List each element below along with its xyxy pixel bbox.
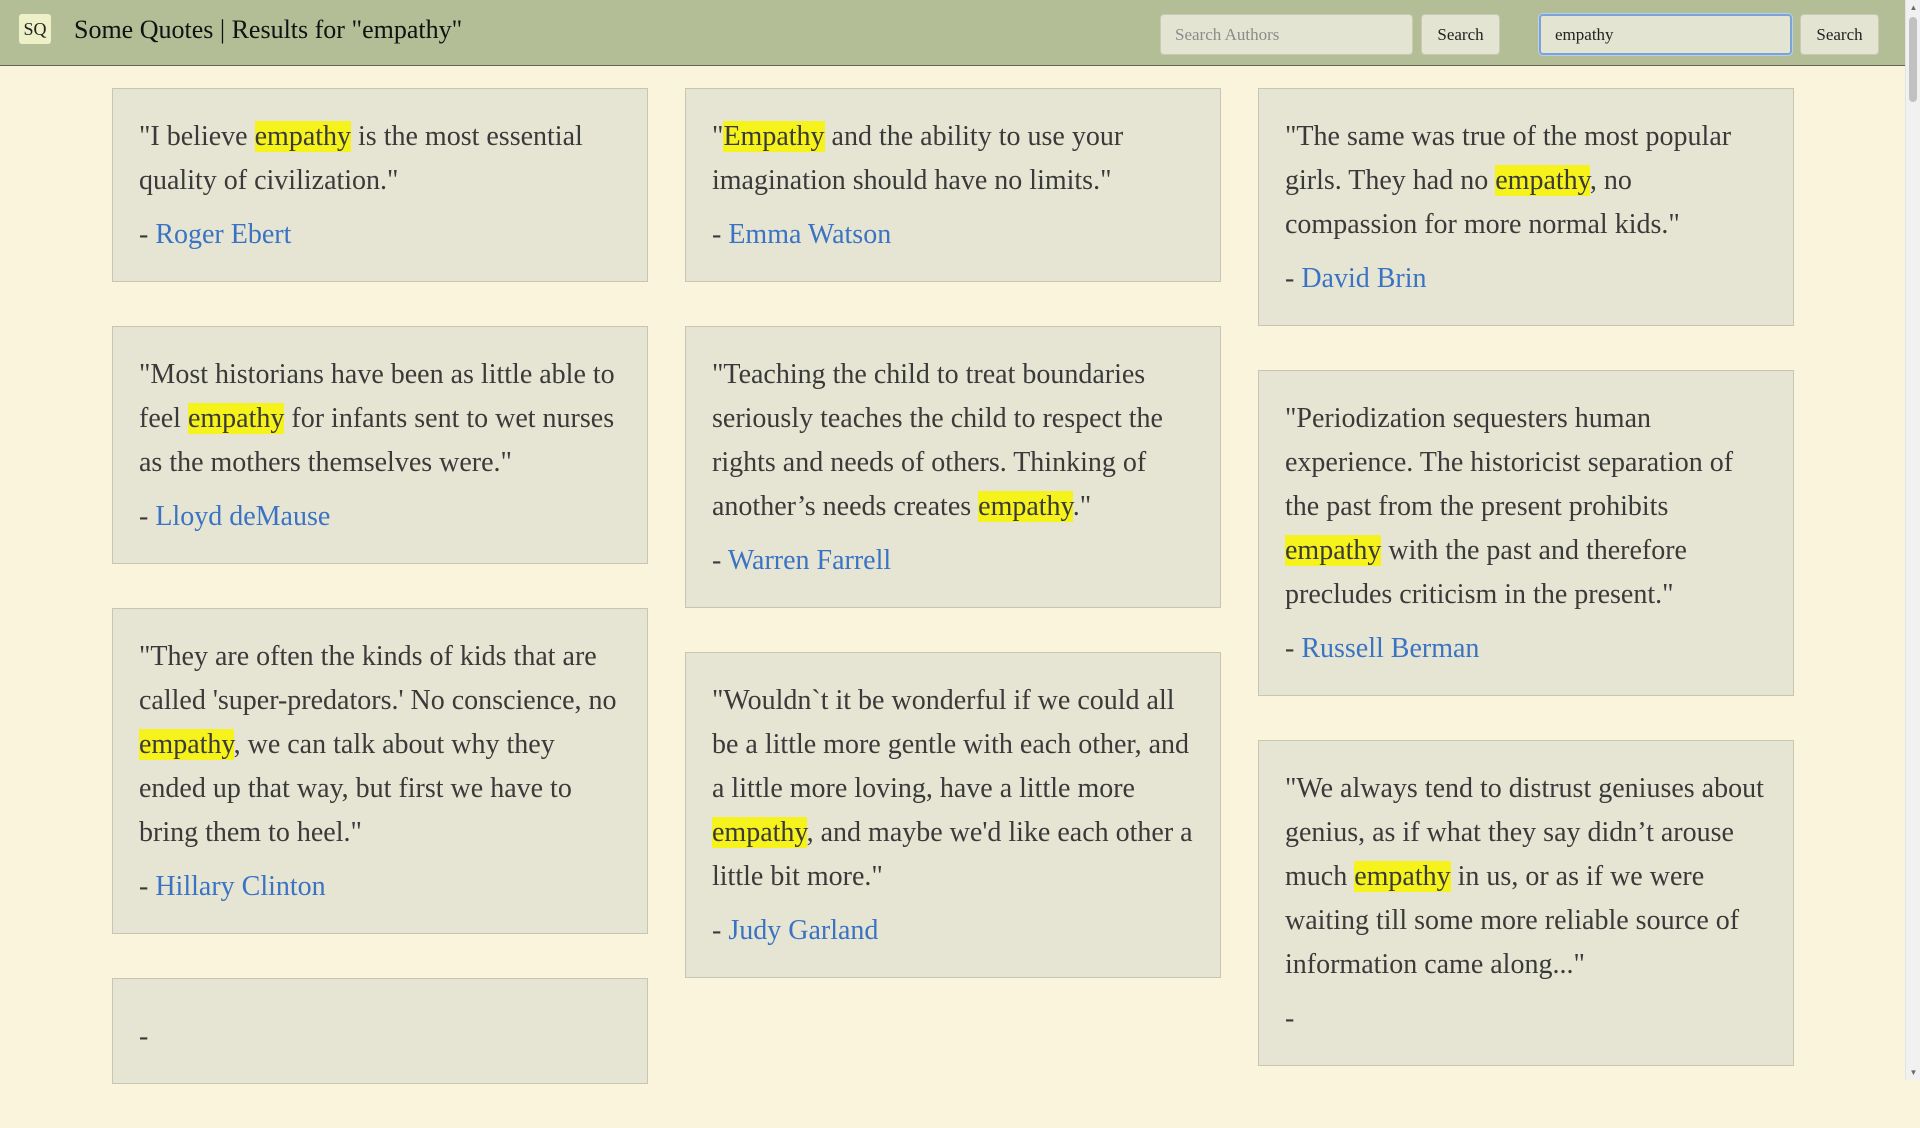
quote-text: "Most historians have been as little abl… [139, 353, 621, 485]
search-term-highlight: empathy [1495, 165, 1590, 196]
quote-card: "Most historians have been as little abl… [112, 326, 648, 564]
attribution-dash: - [139, 1021, 149, 1052]
quote-text: "Wouldn`t it be wonderful if we could al… [712, 679, 1194, 899]
author-link[interactable]: Hillary Clinton [155, 871, 325, 902]
author-link[interactable]: Lloyd deMause [155, 501, 330, 532]
quote-text: "We always tend to distrust geniuses abo… [1285, 767, 1767, 987]
search-term-highlight: empathy [187, 403, 285, 434]
quote-search-input[interactable] [1539, 14, 1792, 55]
author-search-button[interactable]: Search [1421, 14, 1500, 55]
quote-text-segment: "Wouldn`t it be wonderful if we could al… [712, 685, 1190, 804]
quote-attribution: - Roger Ebert [139, 215, 621, 255]
results-column-3: "The same was true of the most popular g… [1258, 88, 1794, 1110]
author-link[interactable]: Emma Watson [728, 219, 891, 250]
quote-card: "Empathy and the ability to use your ima… [685, 88, 1221, 282]
quote-attribution: - Hillary Clinton [139, 867, 621, 907]
quote-card: "Teaching the child to treat boundaries … [685, 326, 1221, 608]
quote-text: "The same was true of the most popular g… [1285, 115, 1767, 247]
quote-card: "Periodization sequesters human experien… [1258, 370, 1794, 696]
quote-card: "Wouldn`t it be wonderful if we could al… [685, 652, 1221, 978]
attribution-dash: - [139, 219, 156, 250]
attribution-dash: - [1285, 1003, 1295, 1034]
quote-attribution: - David Brin [1285, 259, 1767, 299]
attribution-dash: - [712, 915, 729, 946]
quote-attribution: - Warren Farrell [712, 541, 1194, 581]
results-column-1: "I believe empathy is the most essential… [112, 88, 648, 1128]
attribution-dash: - [139, 501, 156, 532]
quote-card: "The same was true of the most popular g… [1258, 88, 1794, 326]
quote-text-segment: "I believe [139, 121, 255, 152]
page-title: Some Quotes | Results for "empathy" [74, 15, 463, 44]
quote-text-segment: "They are often the kinds of kids that a… [139, 641, 617, 716]
vertical-scrollbar[interactable]: ▲ ▼ [1905, 0, 1920, 1080]
author-search-input[interactable] [1160, 14, 1413, 55]
quote-text-segment: ." [1072, 491, 1092, 522]
attribution-dash: - [1285, 263, 1302, 294]
scrollbar-thumb[interactable] [1909, 17, 1917, 102]
quote-text: "Periodization sequesters human experien… [1285, 397, 1767, 617]
attribution-dash: - [712, 219, 729, 250]
search-term-highlight: Empathy [723, 121, 825, 152]
quote-attribution: - Emma Watson [712, 215, 1194, 255]
results-column-2: "Empathy and the ability to use your ima… [685, 88, 1221, 1022]
quote-card: "We always tend to distrust geniuses abo… [1258, 740, 1794, 1066]
quote-search-button[interactable]: Search [1800, 14, 1879, 55]
quote-text-segment: "Periodization sequesters human experien… [1285, 403, 1734, 522]
quote-text-segment: "Teaching the child to treat boundaries … [712, 359, 1163, 522]
quote-text: "Empathy and the ability to use your ima… [712, 115, 1194, 203]
search-term-highlight: empathy [1285, 535, 1382, 566]
author-link[interactable]: Russell Berman [1301, 633, 1479, 664]
quote-card: "I believe empathy is the most essential… [112, 88, 648, 282]
top-bar: SQ Some Quotes | Results for "empathy" S… [0, 0, 1905, 66]
quote-card: "They are often the kinds of kids that a… [112, 608, 648, 934]
quote-attribution: - [1285, 999, 1767, 1039]
scroll-down-arrow-icon[interactable]: ▼ [1906, 1065, 1920, 1080]
quote-text-segment: " [712, 121, 724, 152]
quote-attribution: - Lloyd deMause [139, 497, 621, 537]
author-link[interactable]: Roger Ebert [155, 219, 291, 250]
site-logo[interactable]: SQ [19, 14, 51, 44]
search-term-highlight: empathy [139, 729, 234, 760]
quote-attribution: - [139, 1017, 621, 1057]
attribution-dash: - [139, 871, 156, 902]
author-link[interactable]: David Brin [1301, 263, 1426, 294]
author-link[interactable]: Warren Farrell [728, 545, 891, 576]
quote-text: "Teaching the child to treat boundaries … [712, 353, 1194, 529]
quote-text: "I believe empathy is the most essential… [139, 115, 621, 203]
search-term-highlight: empathy [254, 121, 352, 152]
quote-attribution: - Judy Garland [712, 911, 1194, 951]
quote-text: "They are often the kinds of kids that a… [139, 635, 621, 855]
scroll-up-arrow-icon[interactable]: ▲ [1906, 0, 1920, 15]
attribution-dash: - [1285, 633, 1302, 664]
search-term-highlight: empathy [1354, 861, 1451, 892]
search-term-highlight: empathy [712, 817, 807, 848]
author-link[interactable]: Judy Garland [728, 915, 878, 946]
search-term-highlight: empathy [978, 491, 1073, 522]
quote-attribution: - Russell Berman [1285, 629, 1767, 669]
attribution-dash: - [712, 545, 728, 576]
quote-card: - [112, 978, 648, 1084]
